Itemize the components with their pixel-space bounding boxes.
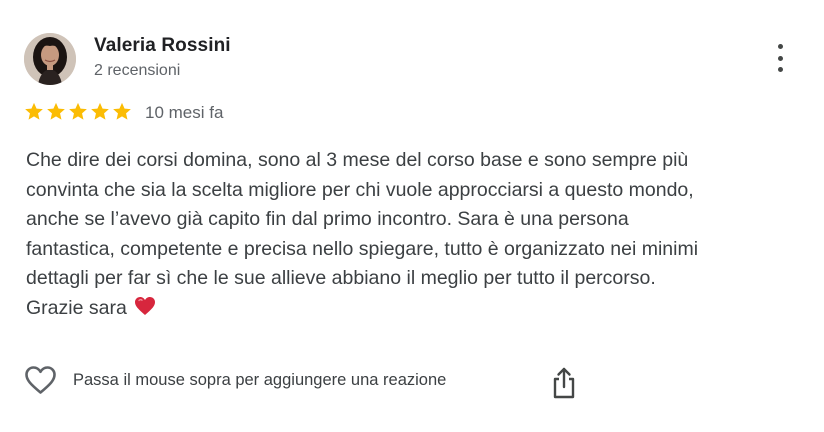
avatar-image: [24, 33, 76, 85]
review-text-line: fantastica, competente e precisa nello s…: [26, 237, 699, 260]
review-text-last-line: Grazie sara: [26, 294, 806, 326]
star-icon: [112, 102, 132, 121]
review-date: 10 mesi fa: [145, 103, 224, 122]
reviewer-name[interactable]: Valeria Rossini: [94, 35, 231, 57]
review-text-line: convinta che sia la scelta migliore per …: [26, 178, 694, 201]
reaction-hint-label: Passa il mouse sopra per aggiungere una …: [73, 370, 447, 389]
red-heart-emoji-icon: [134, 296, 156, 326]
share-button[interactable]: [550, 366, 578, 400]
review-text-line: anche se l’avevo già capito fin dal prim…: [26, 208, 629, 230]
more-vertical-icon-dot: [777, 67, 783, 72]
more-vertical-icon: [777, 44, 783, 49]
review-text-line: Che dire dei corsi domina, sono al 3 mes…: [26, 149, 689, 171]
heart-outline-icon[interactable]: [24, 365, 57, 395]
star-icon: [68, 102, 88, 121]
add-reaction-button[interactable]: Passa il mouse sopra per aggiungere una …: [24, 365, 446, 395]
star-icon: [24, 102, 44, 121]
star-icon: [90, 102, 110, 121]
share-icon: [553, 367, 575, 399]
review-text: Che dire dei corsi domina, sono al 3 mes…: [26, 146, 806, 325]
review-text-line: Grazie sara: [26, 296, 127, 319]
star-icon: [46, 102, 66, 121]
review-card: Valeria Rossini 2 recensioni 10 mesi fa …: [0, 0, 824, 432]
more-options-button[interactable]: [766, 41, 794, 75]
more-vertical-icon-dot: [777, 55, 783, 61]
star-rating: [24, 102, 132, 121]
avatar[interactable]: [24, 33, 76, 85]
review-text-line: dettagli per far sì che le sue allieve a…: [26, 267, 656, 289]
review-count[interactable]: 2 recensioni: [94, 62, 180, 80]
